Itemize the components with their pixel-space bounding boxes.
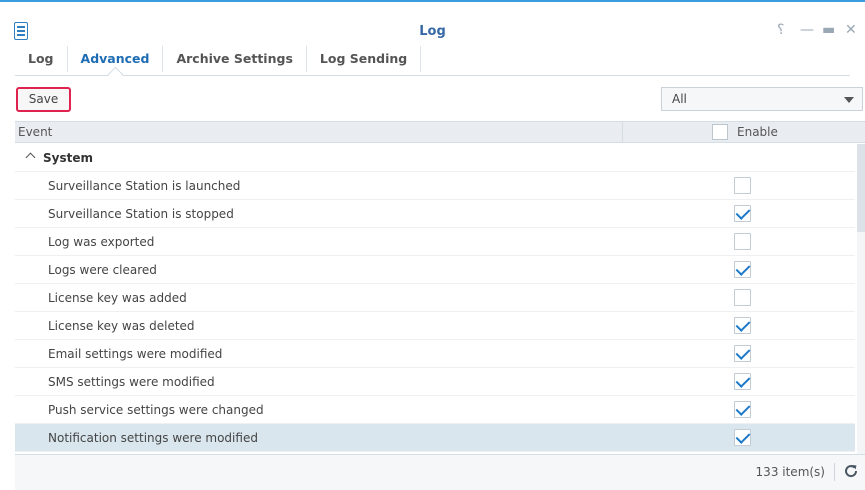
event-label: License key was added [48, 291, 187, 305]
enable-checkbox[interactable] [734, 205, 751, 222]
event-filter-select[interactable]: All [661, 87, 863, 111]
group-header-system[interactable]: System [15, 144, 855, 172]
tab-bar: Log Advanced Archive Settings Log Sendin… [15, 46, 422, 72]
item-count: 133 item(s) [755, 465, 825, 479]
column-header-event[interactable]: Event [18, 125, 52, 139]
chevron-down-icon [844, 97, 854, 103]
chevron-up-icon[interactable] [25, 152, 36, 163]
maximize-icon[interactable]: ▬ [822, 22, 835, 38]
column-divider [622, 122, 623, 143]
enable-checkbox[interactable] [734, 177, 751, 194]
table-row[interactable]: Log was exported [15, 228, 855, 256]
enable-checkbox[interactable] [734, 317, 751, 334]
enable-checkbox[interactable] [734, 373, 751, 390]
table-row[interactable]: Email settings were modified [15, 340, 855, 368]
log-window: Log ⸮ — ▬ ✕ Log Advanced Archive Setting… [0, 0, 865, 490]
event-label: License key was deleted [48, 319, 195, 333]
event-label: Log was exported [48, 235, 155, 249]
enable-checkbox[interactable] [734, 289, 751, 306]
scrollbar-thumb[interactable] [857, 144, 865, 232]
enable-checkbox[interactable] [734, 401, 751, 418]
enable-checkbox[interactable] [734, 345, 751, 362]
tab-archive-settings[interactable]: Archive Settings [163, 46, 307, 72]
filter-value: All [672, 92, 687, 106]
event-label: SMS settings were modified [48, 375, 215, 389]
column-header-enable[interactable]: Enable [737, 125, 778, 139]
table-row[interactable]: Logs were cleared [15, 256, 855, 284]
tab-underline [15, 75, 850, 76]
title-bar: Log ⸮ — ▬ ✕ [0, 4, 865, 42]
refresh-icon[interactable] [842, 462, 860, 480]
footer-divider [834, 463, 835, 481]
table-row[interactable]: SMS settings were modified [15, 368, 855, 396]
group-label: System [43, 151, 93, 165]
table-row[interactable]: License key was deleted [15, 312, 855, 340]
event-label: Email settings were modified [48, 347, 223, 361]
tab-log[interactable]: Log [15, 46, 68, 72]
table-row[interactable]: Surveillance Station is stopped [15, 200, 855, 228]
enable-checkbox[interactable] [734, 429, 751, 446]
event-label: Logs were cleared [48, 263, 157, 277]
minimize-icon[interactable]: — [800, 22, 814, 38]
grid-footer: 133 item(s) [15, 454, 865, 490]
enable-checkbox[interactable] [734, 233, 751, 250]
enable-checkbox[interactable] [734, 261, 751, 278]
grid-header: Event Enable [15, 121, 865, 143]
help-icon[interactable]: ⸮ [777, 22, 784, 38]
event-label: Notification settings were modified [48, 431, 258, 445]
event-label: Surveillance Station is launched [48, 179, 241, 193]
table-row[interactable]: Notification settings were modified [15, 424, 855, 452]
table-row[interactable]: License key was added [15, 284, 855, 312]
table-row[interactable]: Surveillance Station is launched [15, 172, 855, 200]
window-title: Log [419, 24, 446, 39]
tab-log-sending[interactable]: Log Sending [307, 46, 422, 72]
event-label: Surveillance Station is stopped [48, 207, 234, 221]
select-all-checkbox[interactable] [712, 124, 728, 140]
save-button[interactable]: Save [16, 87, 71, 112]
event-label: Push service settings were changed [48, 403, 264, 417]
table-row[interactable]: Push service settings were changed [15, 396, 855, 424]
close-icon[interactable]: ✕ [845, 22, 857, 38]
